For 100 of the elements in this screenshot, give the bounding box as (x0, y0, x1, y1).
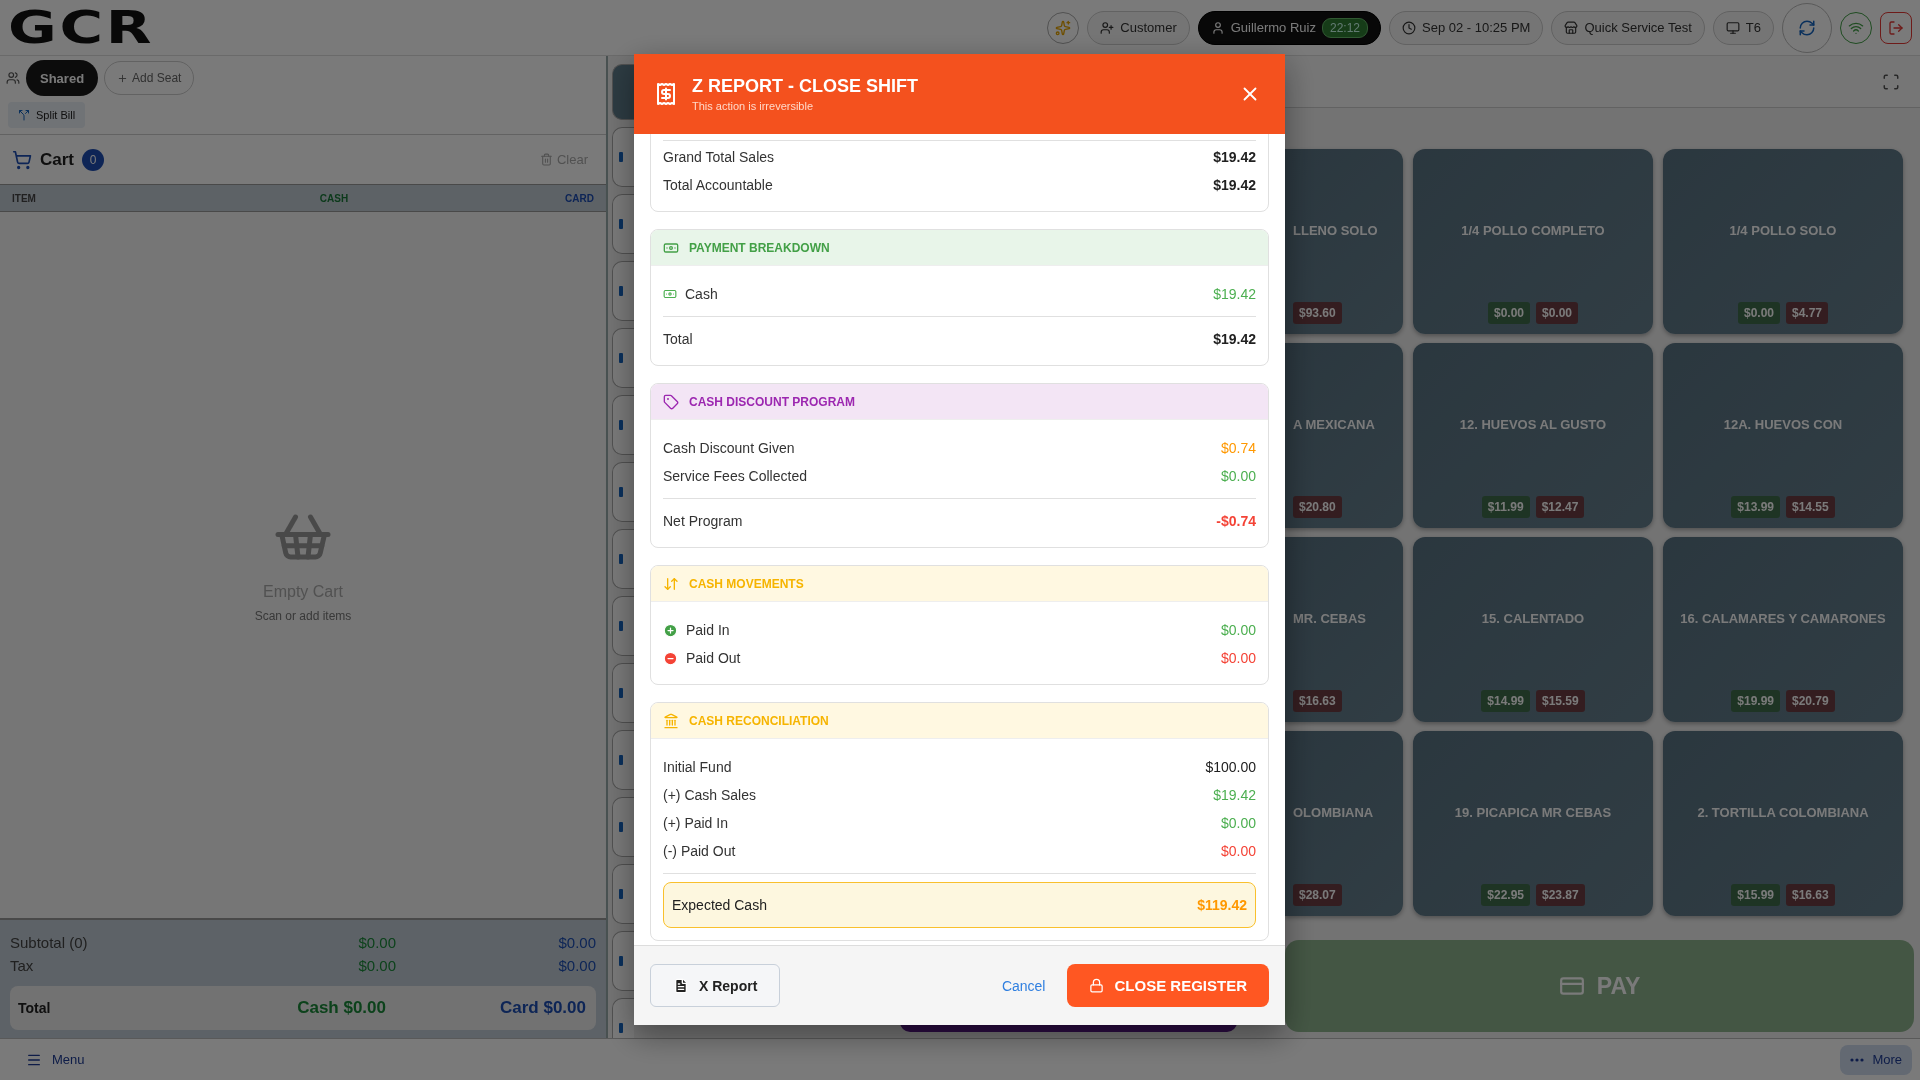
category-tile[interactable] (612, 864, 634, 924)
category-tile[interactable] (612, 462, 634, 522)
section-title: CASH DISCOUNT PROGRAM (689, 394, 855, 409)
menu-button[interactable]: Menu (20, 1050, 91, 1069)
row-label: Cash (685, 286, 719, 302)
receipt-icon (654, 82, 678, 106)
category-tile[interactable] (612, 730, 634, 790)
card-price: $20.79 (1786, 690, 1835, 712)
cart-title: Cart (40, 149, 74, 170)
product-tile[interactable]: 15. CALENTADO $14.99 $15.59 (1413, 537, 1653, 722)
more-button[interactable]: More (1840, 1044, 1912, 1075)
seat-icon (6, 71, 20, 85)
product-tile[interactable]: 12. HUEVOS AL GUSTO $11.99 $12.47 (1413, 343, 1653, 528)
fullscreen-icon[interactable] (1882, 72, 1900, 91)
row-value: $100.00 (1205, 759, 1256, 775)
product-tile[interactable]: 19. PICAPICA MR CEBAS $22.95 $23.87 (1413, 731, 1653, 916)
row-value: $0.00 (1220, 468, 1256, 484)
terminal-chip[interactable]: T6 (1712, 10, 1774, 45)
minus-circle-icon (663, 650, 678, 666)
wifi-button[interactable] (1840, 11, 1872, 44)
product-tile[interactable]: 16. CALAMARES Y CAMARONES $19.99 $20.79 (1663, 537, 1903, 722)
sparkle-button[interactable] (1047, 11, 1080, 44)
row-label: Total Accountable (663, 177, 774, 193)
card-total: Card $0.00 (499, 998, 586, 1018)
card-price: $16.63 (1786, 884, 1835, 906)
customer-button[interactable]: Customer (1087, 10, 1190, 45)
column-header: ITEM (12, 192, 37, 204)
category-tile[interactable] (612, 797, 634, 857)
product-tile[interactable]: MR. CEBAS $16.63 (1285, 537, 1403, 722)
category-tile[interactable] (612, 328, 634, 388)
row-value: $0.00 (1220, 650, 1256, 666)
arrows-icon (663, 575, 679, 592)
card-price: $4.77 (1786, 302, 1829, 324)
shift-time-badge: 22:12 (1321, 17, 1368, 38)
split-bill-button[interactable]: Split Bill (8, 102, 86, 128)
card-amount: $0.00 (557, 934, 596, 951)
datetime-chip[interactable]: Sep 02 - 10:25 PM (1389, 10, 1544, 45)
category-tile[interactable] (612, 127, 634, 187)
cash-price: $15.99 (1731, 884, 1780, 906)
cash-price: $14.99 (1481, 690, 1530, 712)
section-title: CASH MOVEMENTS (689, 576, 804, 591)
product-tile[interactable]: 12A. HUEVOS CON $13.99 $14.55 (1663, 343, 1903, 528)
cash-price: $19.99 (1731, 690, 1780, 712)
product-tile[interactable]: LLENO SOLO $93.60 (1285, 149, 1403, 334)
row-value: $0.00 (1220, 622, 1256, 638)
cancel-button[interactable]: Cancel (995, 976, 1052, 995)
category-tile[interactable] (612, 261, 634, 321)
category-tile[interactable] (612, 596, 634, 656)
card-price: $16.63 (1293, 690, 1342, 712)
product-tile[interactable]: 1/4 POLLO SOLO $0.00 $4.77 (1663, 149, 1903, 334)
cart-count-badge: 0 (82, 148, 104, 171)
card-price: $14.55 (1786, 496, 1835, 518)
clock-icon (1402, 20, 1416, 35)
cart-icon (12, 149, 32, 170)
section-title: PAYMENT BREAKDOWN (689, 240, 830, 255)
user-chip[interactable]: Guillermo Ruiz 22:12 (1197, 10, 1381, 45)
column-header: CARD (564, 192, 594, 204)
product-tile[interactable]: 2. TORTILLA COLOMBIANA $15.99 $16.63 (1663, 731, 1903, 916)
product-name: 2. TORTILLA COLOMBIANA (1697, 805, 1869, 820)
row-value: $19.42 (1213, 177, 1256, 193)
row-value: $19.42 (1213, 149, 1256, 165)
category-tile[interactable] (612, 931, 634, 991)
sync-button[interactable] (1782, 2, 1832, 53)
cash-amount: $0.00 (357, 934, 396, 951)
row-value: $119.42 (1197, 897, 1247, 913)
seat-tab[interactable]: Shared (26, 60, 99, 96)
row-label: (+) Cash Sales (663, 787, 757, 803)
product-tile[interactable]: 1/4 POLLO COMPLETO $0.00 $0.00 (1413, 149, 1653, 334)
product-name: 1/4 POLLO SOLO (1729, 223, 1837, 238)
category-tile[interactable] (612, 663, 634, 723)
cash-amount: $0.00 (357, 957, 396, 974)
card-price: $23.87 (1536, 884, 1585, 906)
row-label: (+) Paid In (663, 815, 729, 831)
product-tile[interactable]: A MEXICANA $20.80 (1285, 343, 1403, 528)
more-icon (1850, 1057, 1865, 1062)
x-report-button[interactable]: X Report (650, 964, 781, 1007)
add-seat-button[interactable]: Add Seat (104, 61, 195, 95)
category-tile[interactable] (612, 64, 634, 120)
plus-circle-icon (663, 622, 678, 638)
cash-price: $13.99 (1731, 496, 1780, 518)
row-value: -$0.74 (1216, 513, 1256, 529)
product-tile[interactable]: OLOMBIANA $28.07 (1285, 731, 1403, 916)
location-chip[interactable]: Quick Service Test (1551, 10, 1705, 45)
logout-button[interactable] (1880, 11, 1912, 44)
cash-total: Cash $0.00 (296, 998, 386, 1018)
add-user-icon (1100, 20, 1115, 35)
category-tile[interactable] (612, 395, 634, 455)
product-name: 12A. HUEVOS CON (1723, 417, 1843, 432)
row-label: (-) Paid Out (663, 843, 737, 859)
row-value: $19.42 (1213, 787, 1256, 803)
cash-price: $0.00 (1737, 302, 1780, 324)
card-price: $93.60 (1293, 302, 1342, 324)
close-register-button[interactable]: CLOSE REGISTER (1067, 964, 1269, 1007)
product-name: OLOMBIANA (1293, 805, 1374, 820)
product-name: MR. CEBAS (1293, 611, 1366, 626)
card-price: $0.00 (1536, 302, 1579, 324)
category-tile[interactable] (612, 194, 634, 254)
section-title: CASH RECONCILIATION (689, 713, 829, 728)
product-name: 1/4 POLLO COMPLETO (1461, 223, 1605, 238)
category-tile[interactable] (612, 529, 634, 589)
